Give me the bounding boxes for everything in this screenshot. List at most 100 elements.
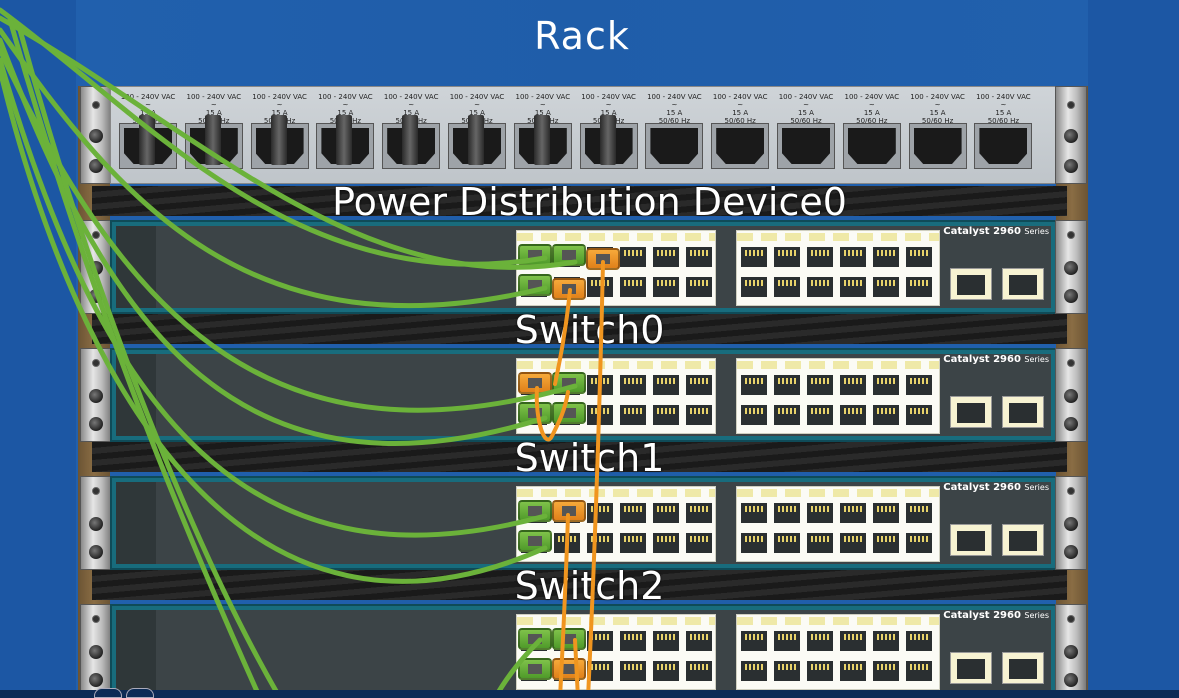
pdu-device[interactable]: 100 - 240V VAC ~15 A50/60 Hz100 - 240V V…	[80, 86, 1087, 184]
ethernet-port[interactable]	[904, 373, 934, 397]
ethernet-port[interactable]	[871, 275, 901, 299]
uplink-port[interactable]	[950, 652, 992, 684]
ethernet-port[interactable]	[585, 659, 615, 683]
ethernet-port[interactable]	[772, 373, 802, 397]
ethernet-connector[interactable]	[552, 278, 586, 300]
ethernet-port[interactable]	[552, 531, 582, 555]
pdu-outlet[interactable]: 100 - 240V VAC ~15 A50/60 Hz	[314, 93, 376, 175]
uplink-port[interactable]	[950, 396, 992, 428]
ethernet-port[interactable]	[772, 501, 802, 525]
ethernet-port[interactable]	[904, 629, 934, 653]
switch-device[interactable]: Catalyst 2960 Series	[80, 348, 1087, 442]
ethernet-port[interactable]	[904, 275, 934, 299]
ethernet-port[interactable]	[618, 403, 648, 427]
pdu-outlet[interactable]: 100 - 240V VAC ~15 A50/60 Hz	[643, 93, 705, 175]
ethernet-port[interactable]	[684, 373, 714, 397]
pdu-outlet[interactable]: 100 - 240V VAC ~15 A50/60 Hz	[183, 93, 245, 175]
ethernet-port[interactable]	[805, 659, 835, 683]
ethernet-port[interactable]	[805, 275, 835, 299]
ethernet-port[interactable]	[618, 245, 648, 269]
power-connector[interactable]	[518, 530, 552, 552]
ethernet-port[interactable]	[838, 531, 868, 555]
pdu-outlet[interactable]: 100 - 240V VAC ~15 A50/60 Hz	[709, 93, 771, 175]
ethernet-port[interactable]	[618, 501, 648, 525]
ethernet-connector[interactable]	[586, 248, 620, 270]
ethernet-port[interactable]	[772, 403, 802, 427]
ethernet-port[interactable]	[585, 373, 615, 397]
power-plug-icon[interactable]	[270, 115, 287, 165]
ethernet-port[interactable]	[684, 531, 714, 555]
ethernet-port[interactable]	[904, 659, 934, 683]
ethernet-port[interactable]	[651, 403, 681, 427]
pdu-outlet[interactable]: 100 - 240V VAC ~15 A50/60 Hz	[775, 93, 837, 175]
pdu-outlet[interactable]: 100 - 240V VAC ~15 A50/60 Hz	[380, 93, 442, 175]
pdu-outlet[interactable]: 100 - 240V VAC ~15 A50/60 Hz	[117, 93, 179, 175]
power-connector[interactable]	[518, 244, 552, 266]
pdu-outlet[interactable]: 100 - 240V VAC ~15 A50/60 Hz	[512, 93, 574, 175]
ethernet-port[interactable]	[651, 659, 681, 683]
power-connector[interactable]	[552, 244, 586, 266]
ethernet-port[interactable]	[618, 275, 648, 299]
uplink-port[interactable]	[1002, 524, 1044, 556]
ethernet-port[interactable]	[904, 501, 934, 525]
power-connector[interactable]	[518, 274, 552, 296]
power-connector[interactable]	[518, 628, 552, 650]
uplink-port[interactable]	[1002, 396, 1044, 428]
ethernet-port[interactable]	[805, 629, 835, 653]
power-plug-icon[interactable]	[402, 115, 419, 165]
ethernet-port[interactable]	[585, 275, 615, 299]
ethernet-connector[interactable]	[518, 372, 552, 394]
ethernet-port[interactable]	[871, 531, 901, 555]
ethernet-port[interactable]	[585, 531, 615, 555]
power-connector[interactable]	[552, 628, 586, 650]
ethernet-connector[interactable]	[552, 658, 586, 680]
ethernet-port[interactable]	[684, 501, 714, 525]
pdu-outlet[interactable]: 100 - 240V VAC ~15 A50/60 Hz	[249, 93, 311, 175]
ethernet-port[interactable]	[772, 531, 802, 555]
pdu-outlet[interactable]: 100 - 240V VAC ~15 A50/60 Hz	[578, 93, 640, 175]
ethernet-port[interactable]	[805, 501, 835, 525]
ethernet-port[interactable]	[684, 403, 714, 427]
uplink-port[interactable]	[950, 268, 992, 300]
ethernet-port[interactable]	[739, 629, 769, 653]
uplink-port[interactable]	[950, 524, 992, 556]
ethernet-port[interactable]	[651, 501, 681, 525]
power-plug-icon[interactable]	[204, 115, 221, 165]
ethernet-port[interactable]	[585, 629, 615, 653]
ethernet-port[interactable]	[871, 403, 901, 427]
ethernet-port[interactable]	[772, 275, 802, 299]
power-connector[interactable]	[518, 500, 552, 522]
ethernet-port[interactable]	[838, 501, 868, 525]
power-connector[interactable]	[518, 658, 552, 680]
ethernet-port[interactable]	[838, 245, 868, 269]
ethernet-port[interactable]	[871, 629, 901, 653]
ethernet-port[interactable]	[805, 373, 835, 397]
ethernet-port[interactable]	[739, 373, 769, 397]
power-plug-icon[interactable]	[336, 115, 353, 165]
toolbar-button[interactable]	[126, 688, 154, 698]
ethernet-connector[interactable]	[552, 500, 586, 522]
power-plug-icon[interactable]	[468, 115, 484, 165]
ethernet-port[interactable]	[838, 659, 868, 683]
ethernet-port[interactable]	[651, 531, 681, 555]
switch-device[interactable]: Catalyst 2960 Series	[80, 604, 1087, 698]
uplink-port[interactable]	[1002, 268, 1044, 300]
ethernet-port[interactable]	[651, 373, 681, 397]
ethernet-port[interactable]	[838, 275, 868, 299]
power-plug-icon[interactable]	[139, 115, 155, 165]
power-plug-icon[interactable]	[599, 115, 616, 165]
ethernet-port[interactable]	[739, 501, 769, 525]
ethernet-port[interactable]	[904, 531, 934, 555]
ethernet-port[interactable]	[684, 245, 714, 269]
ethernet-port[interactable]	[684, 659, 714, 683]
ethernet-port[interactable]	[772, 659, 802, 683]
switch-device[interactable]: Catalyst 2960 Series	[80, 220, 1087, 314]
ethernet-port[interactable]	[838, 629, 868, 653]
ethernet-port[interactable]	[805, 403, 835, 427]
ethernet-port[interactable]	[618, 659, 648, 683]
pdu-outlet[interactable]: 100 - 240V VAC ~15 A50/60 Hz	[446, 93, 508, 175]
ethernet-port[interactable]	[772, 629, 802, 653]
ethernet-port[interactable]	[739, 403, 769, 427]
switch-device[interactable]: Catalyst 2960 Series	[80, 476, 1087, 570]
ethernet-port[interactable]	[585, 403, 615, 427]
